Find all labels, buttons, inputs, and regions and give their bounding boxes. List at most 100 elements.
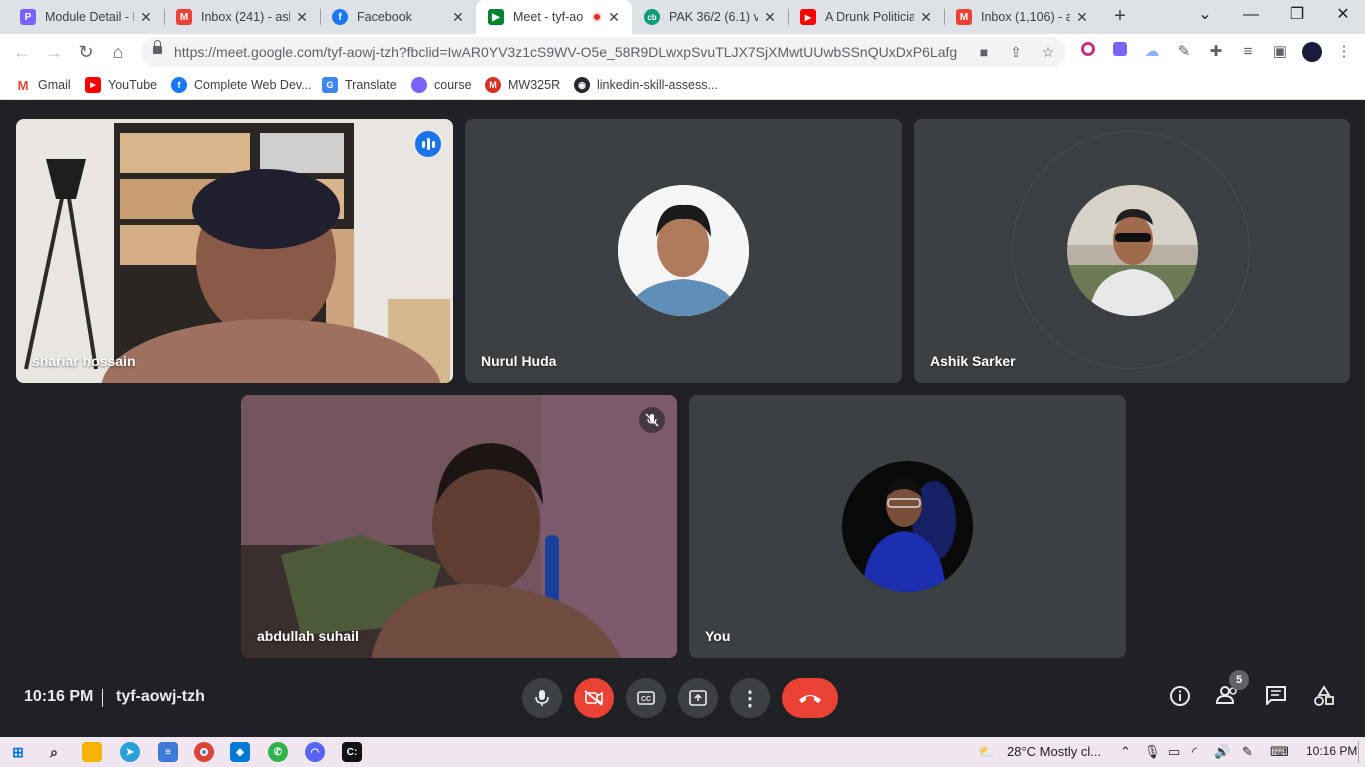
tab-inbox-241[interactable]: M Inbox (241) - ash ✕ <box>164 0 320 34</box>
activities-icon <box>1314 685 1334 706</box>
participant-tile-ashik[interactable]: Ashik Sarker <box>914 119 1350 383</box>
bookmark-mw325r[interactable]: M MW325R <box>485 76 560 94</box>
gmail-icon: M <box>176 9 192 25</box>
taskbar-clock[interactable]: 10:16 PM <box>1306 744 1357 758</box>
volume-icon[interactable]: 🔊 <box>1214 744 1230 760</box>
extensions-puzzle-icon[interactable]: ✚ <box>1206 42 1226 62</box>
bookmark-label: Gmail <box>38 78 71 92</box>
tab-youtube[interactable]: ▶ A Drunk Politician ✕ <box>788 0 944 34</box>
tab-inbox-1106[interactable]: M Inbox (1,106) - as ✕ <box>944 0 1100 34</box>
vscode-icon[interactable]: ◆ <box>230 742 250 762</box>
participant-tile-you[interactable]: You <box>689 395 1126 658</box>
svg-text:CC: CC <box>641 696 651 703</box>
participant-tile-shariar[interactable]: shariar hossain <box>16 119 453 383</box>
chat-button[interactable] <box>1263 685 1289 711</box>
bookmark-label: MW325R <box>508 78 561 92</box>
leave-call-button[interactable] <box>782 678 838 718</box>
new-tab-plus-icon[interactable]: + <box>1108 5 1132 29</box>
bookmark-translate[interactable]: G Translate <box>322 76 397 94</box>
profile-avatar[interactable] <box>1302 42 1322 62</box>
tab-title: Meet - tyf-ao <box>513 10 584 24</box>
tab-close-icon[interactable]: ✕ <box>762 9 778 26</box>
back-arrow-icon[interactable]: ← <box>10 40 34 64</box>
tab-title: A Drunk Politician <box>825 10 914 24</box>
extension-color-icon[interactable] <box>1078 42 1098 62</box>
share-icon[interactable]: ⇪ <box>1007 43 1025 61</box>
participant-name: shariar hossain <box>32 353 136 369</box>
extension-cloud-icon[interactable]: ☁ <box>1142 42 1162 62</box>
close-window-icon[interactable]: ✕ <box>1328 4 1358 28</box>
keyboard-icon[interactable]: ⌨ <box>1270 744 1289 760</box>
bookmark-course[interactable]: course <box>411 76 472 94</box>
pen-icon[interactable]: ✎ <box>1242 744 1253 760</box>
url-text[interactable]: https://meet.google.com/tyf-aowj-tzh?fbc… <box>174 44 957 60</box>
battery-icon[interactable]: ▭ <box>1168 744 1180 760</box>
tab-close-icon[interactable]: ✕ <box>138 9 154 26</box>
notepad-icon[interactable]: ≡ <box>158 742 178 762</box>
reload-icon[interactable]: ↻ <box>74 40 98 64</box>
forward-arrow-icon[interactable]: → <box>42 40 66 64</box>
tab-close-icon[interactable]: ✕ <box>1074 9 1090 26</box>
camera-off-button[interactable] <box>574 678 614 718</box>
address-bar[interactable]: https://meet.google.com/tyf-aowj-tzh?fbc… <box>141 37 1066 67</box>
bookmarks-bar: M Gmail ▶ YouTube f Complete Web Dev... … <box>0 70 1365 100</box>
wifi-icon[interactable]: ◜ <box>1192 744 1197 760</box>
bookmark-star-icon[interactable]: ☆ <box>1039 43 1057 61</box>
tab-close-icon[interactable]: ✕ <box>294 9 310 26</box>
weather-text[interactable]: 28°C Mostly cl... <box>1007 744 1101 759</box>
more-options-button[interactable]: ⋮ <box>730 678 770 718</box>
youtube-icon: ▶ <box>85 77 101 93</box>
tab-title: Facebook <box>357 10 412 24</box>
tab-title: PAK 36/2 (6.1) vs <box>669 10 758 24</box>
participant-tile-abdullah[interactable]: abdullah suhail <box>241 395 677 658</box>
bookmark-youtube[interactable]: ▶ YouTube <box>85 76 157 94</box>
tab-meet[interactable]: ▶ Meet - tyf-ao ✕ <box>476 0 632 34</box>
show-desktop[interactable] <box>1358 741 1359 763</box>
tray-microphone-icon[interactable]: 🎙 <box>1144 744 1161 760</box>
tab-close-icon[interactable]: ✕ <box>606 9 622 26</box>
bookmark-gmail[interactable]: M Gmail <box>15 76 71 94</box>
present-screen-button[interactable] <box>678 678 718 718</box>
bookmark-label: course <box>434 78 472 92</box>
tab-facebook[interactable]: f Facebook ✕ <box>320 0 476 34</box>
divider <box>102 689 103 707</box>
browser-menu-icon[interactable]: ⋮ <box>1334 42 1354 62</box>
avatar <box>618 185 749 316</box>
meeting-info-button[interactable] <box>1167 685 1193 711</box>
tab-module-detail[interactable]: P Module Detail - P ✕ <box>8 0 164 34</box>
participant-tile-nurul[interactable]: Nurul Huda <box>465 119 902 383</box>
whatsapp-icon[interactable]: ✆ <box>268 742 288 762</box>
mic-off-icon <box>639 407 665 433</box>
more-vert-icon: ⋮ <box>740 687 760 710</box>
discord-icon[interactable]: ◠ <box>305 742 325 762</box>
extension-clickup-icon[interactable] <box>1110 42 1130 62</box>
tab-close-icon[interactable]: ✕ <box>918 9 934 26</box>
minimize-icon[interactable]: — <box>1236 4 1266 28</box>
present-icon <box>689 690 707 706</box>
tab-close-icon[interactable]: ✕ <box>450 9 466 26</box>
chrome-icon[interactable] <box>194 742 214 762</box>
search-icon[interactable]: ⌕ <box>44 742 64 762</box>
participant-name: You <box>705 628 731 644</box>
bookmark-linkedin-skill[interactable]: ◉ linkedin-skill-assess... <box>574 76 718 94</box>
weather-icon[interactable]: ⛅ <box>978 744 994 760</box>
terminal-icon[interactable]: C: <box>342 742 362 762</box>
captions-button[interactable]: CC <box>626 678 666 718</box>
camera-icon[interactable]: ■ <box>975 43 993 61</box>
restore-icon[interactable]: ❐ <box>1282 4 1312 28</box>
home-icon[interactable]: ⌂ <box>106 40 130 64</box>
tab-title: Inbox (241) - ash <box>201 10 290 24</box>
windows-start-icon[interactable]: ⊞ <box>8 742 28 762</box>
hang-up-icon <box>799 695 821 703</box>
side-panel-icon[interactable]: ▣ <box>1270 42 1290 62</box>
file-explorer-icon[interactable] <box>82 742 102 762</box>
activities-button[interactable] <box>1311 685 1337 711</box>
tab-search-chevron-icon[interactable]: ⌄ <box>1190 4 1220 28</box>
microphone-button[interactable] <box>522 678 562 718</box>
telegram-icon[interactable]: ➤ <box>120 742 140 762</box>
tray-chevron-icon[interactable]: ⌃ <box>1120 744 1131 760</box>
tab-cricbuzz[interactable]: cb PAK 36/2 (6.1) vs ✕ <box>632 0 788 34</box>
bookmark-complete-web-dev[interactable]: f Complete Web Dev... <box>171 76 312 94</box>
eyedropper-icon[interactable]: ✎ <box>1174 42 1194 62</box>
media-queue-icon[interactable]: ≡ <box>1238 42 1258 62</box>
